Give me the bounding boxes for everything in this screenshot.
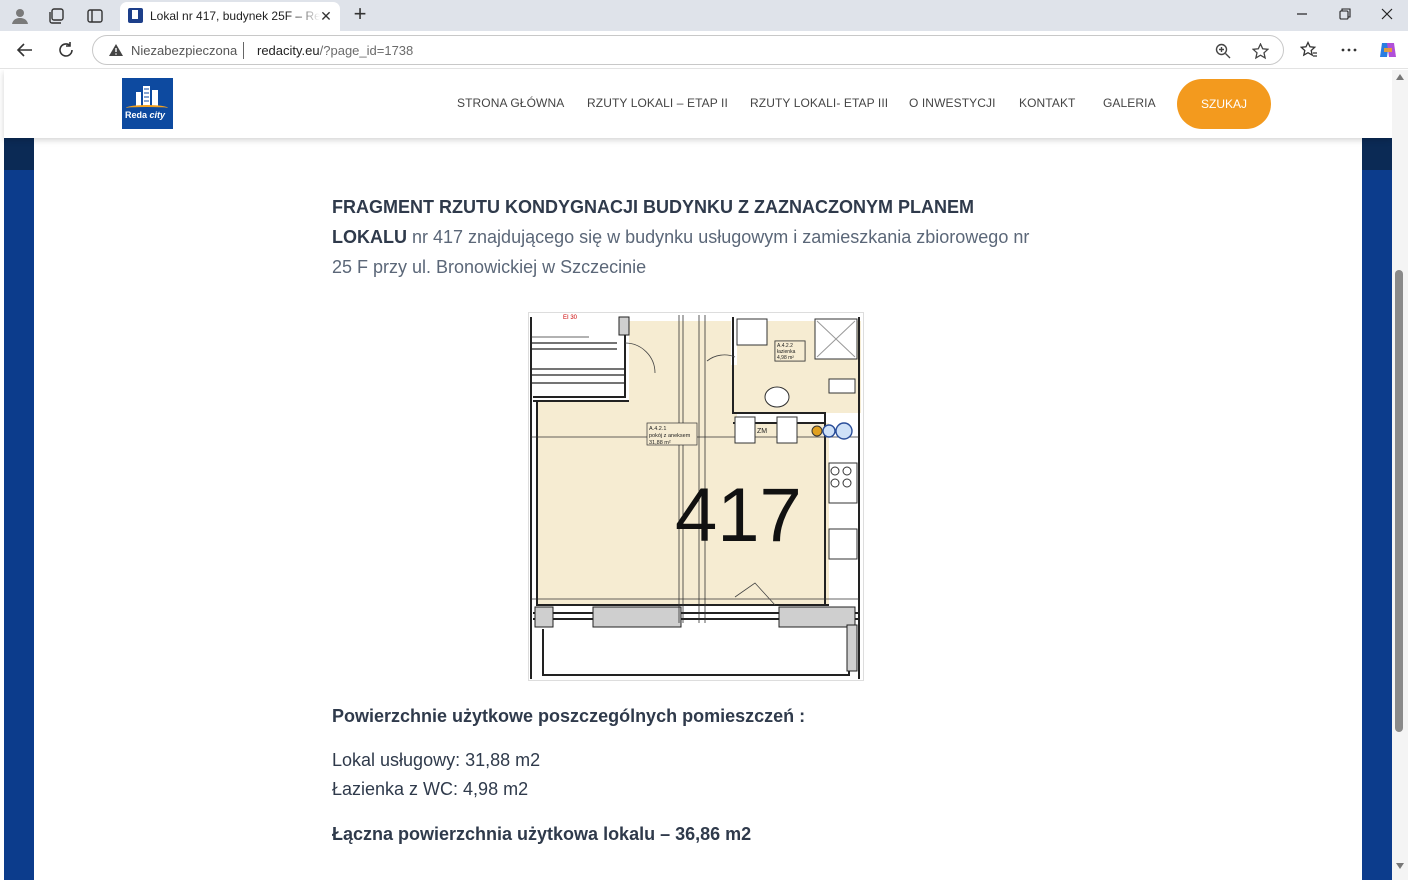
plan-room2-area: 4,98 m² bbox=[777, 355, 794, 361]
new-tab-button[interactable]: + bbox=[349, 3, 371, 26]
more-options-icon[interactable] bbox=[1337, 38, 1361, 62]
scroll-thumb[interactable] bbox=[1395, 270, 1403, 732]
address-separator bbox=[243, 42, 244, 59]
left-blue-band bbox=[4, 138, 34, 880]
areas-heading: Powierzchnie użytkowe poszczególnych pom… bbox=[332, 706, 806, 726]
building-logo-icon bbox=[136, 86, 158, 106]
security-label[interactable]: Niezabezpieczona bbox=[131, 43, 237, 58]
browser-toolbar: Niezabezpieczona redacity.eu/?page_id=17… bbox=[0, 31, 1408, 69]
intro-paragraph: FRAGMENT RZUTU KONDYGNACJI BUDYNKU Z ZAZ… bbox=[332, 192, 1042, 282]
tab-close-icon[interactable]: ✕ bbox=[318, 8, 334, 24]
plan-fire-label: EI 30 bbox=[563, 315, 578, 321]
site-header: Reda city STRONA GŁÓWNA RZUTY LOKALI – E… bbox=[4, 70, 1392, 138]
window-close-icon[interactable] bbox=[1374, 5, 1400, 25]
zoom-icon[interactable] bbox=[1213, 41, 1233, 61]
floor-plan-image: EI 30 A.4.2.1 pokój z aneksem 31,88 m² A… bbox=[528, 312, 864, 681]
minimize-icon[interactable] bbox=[1289, 5, 1315, 25]
nav-rzuty-etap-3[interactable]: RZUTY LOKALI- ETAP III bbox=[750, 96, 888, 110]
nav-strona-glowna[interactable]: STRONA GŁÓWNA bbox=[457, 96, 564, 110]
plan-room1-name: pokój z aneksem bbox=[649, 433, 691, 439]
logo-word-reda: Reda bbox=[125, 110, 148, 120]
url-path: /?page_id=1738 bbox=[319, 43, 414, 58]
logo-word-city: city bbox=[149, 110, 166, 120]
tab-actions-icon[interactable] bbox=[83, 4, 107, 28]
reda-city-logo[interactable]: Reda city bbox=[122, 78, 173, 129]
favorite-star-icon[interactable] bbox=[1250, 41, 1270, 61]
plan-room1-code: A.4.2.1 bbox=[649, 426, 666, 432]
plan-zm-label: ZM bbox=[757, 428, 767, 435]
tab-title: Lokal nr 417, budynek 25F – Reda city bbox=[150, 9, 320, 23]
search-button[interactable]: SZUKAJ bbox=[1177, 79, 1271, 129]
url-host: redacity.eu bbox=[257, 43, 320, 58]
nav-o-inwestycji[interactable]: O INWESTYCJI bbox=[909, 96, 996, 110]
restore-icon[interactable] bbox=[1332, 5, 1358, 25]
site-favicon-icon bbox=[128, 8, 143, 23]
back-icon[interactable] bbox=[13, 38, 37, 62]
reload-icon[interactable] bbox=[54, 38, 78, 62]
copilot-icon[interactable] bbox=[1376, 38, 1400, 62]
page-viewport: Reda city STRONA GŁÓWNA RZUTY LOKALI – E… bbox=[0, 70, 1392, 880]
scroll-down-arrow-icon[interactable] bbox=[1396, 863, 1404, 869]
intro-rest: nr 417 znajdującego się w budynku usługo… bbox=[332, 227, 1030, 277]
scroll-up-arrow-icon[interactable] bbox=[1396, 74, 1404, 80]
browser-tab-bar: Lokal nr 417, budynek 25F – Reda city ✕ … bbox=[0, 0, 1408, 31]
nav-galeria[interactable]: GALERIA bbox=[1103, 96, 1156, 110]
address-bar[interactable]: Niezabezpieczona redacity.eu/?page_id=17… bbox=[92, 35, 1284, 65]
url-text[interactable]: redacity.eu/?page_id=1738 bbox=[257, 43, 413, 58]
profile-icon[interactable] bbox=[8, 4, 32, 28]
total-area: Łączna powierzchnia użytkowa lokalu – 36… bbox=[332, 824, 752, 844]
plan-apartment-number: 417 bbox=[675, 473, 802, 558]
plan-room1-area: 31,88 m² bbox=[649, 440, 671, 446]
nav-rzuty-etap-2[interactable]: RZUTY LOKALI – ETAP II bbox=[587, 96, 728, 110]
active-tab[interactable]: Lokal nr 417, budynek 25F – Reda city ✕ bbox=[120, 2, 340, 31]
logo-text: Reda city bbox=[125, 110, 165, 120]
area-bathroom: Łazienka z WC: 4,98 m2 bbox=[332, 779, 529, 799]
workspaces-icon[interactable] bbox=[44, 4, 68, 28]
page-scrollbar[interactable] bbox=[1392, 70, 1408, 880]
area-service-unit: Lokal usługowy: 31,88 m2 bbox=[332, 750, 541, 770]
favorites-icon[interactable] bbox=[1297, 38, 1321, 62]
right-blue-band bbox=[1362, 138, 1392, 880]
nav-kontakt[interactable]: KONTAKT bbox=[1019, 96, 1075, 110]
not-secure-warning-icon[interactable] bbox=[109, 44, 123, 56]
